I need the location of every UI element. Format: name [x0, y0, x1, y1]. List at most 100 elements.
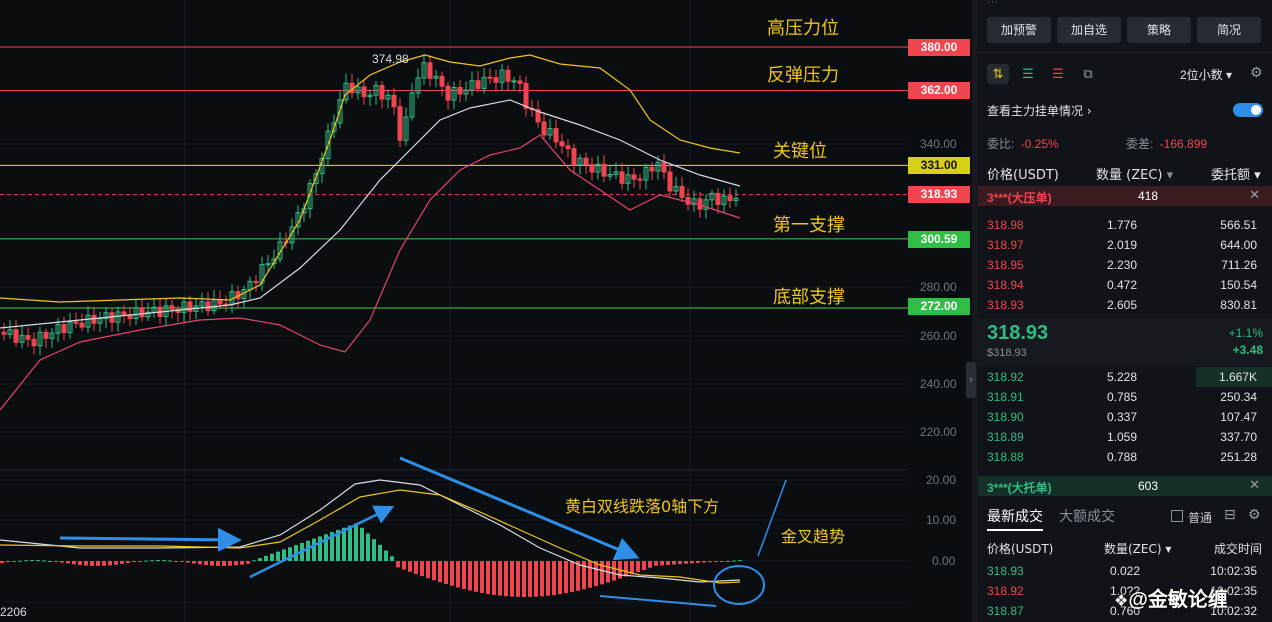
- price-tag-current: 318.93: [908, 186, 970, 203]
- depth-toggle-switch[interactable]: [1233, 103, 1263, 117]
- orderbook-row[interactable]: 318.93 2.605 830.81: [987, 295, 1263, 315]
- macd-bar: [378, 544, 382, 561]
- collapse-handle-icon[interactable]: ›: [966, 362, 976, 398]
- col-price-header: 价格(USDT): [987, 168, 1059, 183]
- orderbook-total: 150.54: [1220, 278, 1257, 292]
- macd-bar: [18, 560, 22, 562]
- candle-body: [631, 174, 637, 180]
- orderbook-row[interactable]: 318.98 1.776 566.51: [987, 215, 1263, 235]
- orderbook-row[interactable]: 318.95 2.230 711.26: [987, 255, 1263, 275]
- candle-body: [727, 195, 733, 202]
- candle-body: [553, 128, 559, 143]
- macd-bar: [546, 561, 550, 596]
- orderbook-row[interactable]: 318.92 5.228 1.667K: [987, 367, 1272, 387]
- axis-tick: 20.00: [926, 473, 957, 487]
- settings-gear-icon[interactable]: ⚙: [1248, 506, 1261, 523]
- macd-bar: [222, 561, 226, 566]
- orderbook-total: 1.667K: [1218, 370, 1257, 384]
- strategy-button[interactable]: 策略: [1127, 17, 1191, 43]
- candle-body: [583, 157, 589, 166]
- col-qty-header[interactable]: 数量 (ZEC) ▾: [1096, 164, 1173, 183]
- anno-rebound-resist: 反弹压力: [767, 65, 839, 86]
- close-icon[interactable]: ✕: [1249, 187, 1260, 203]
- tab-big-trades[interactable]: 大额成交: [1059, 506, 1115, 526]
- separator: [978, 52, 1272, 53]
- orderbook-row[interactable]: 318.91 0.785 250.34: [987, 387, 1263, 407]
- macd-bar: [564, 561, 568, 594]
- normal-label: 普通: [1188, 511, 1213, 525]
- candle-body: [187, 301, 193, 312]
- macd-bar: [234, 561, 238, 566]
- orderbook-total: 711.26: [1221, 258, 1257, 272]
- diff-value: -166.899: [1159, 137, 1208, 151]
- orderbook-row[interactable]: 318.97 2.019 644.00: [987, 235, 1263, 255]
- trade-price: 318.92: [987, 584, 1024, 598]
- col-qty-text: 数量 (ZEC): [1096, 168, 1163, 183]
- macd-bar: [78, 561, 82, 566]
- candle-body: [457, 87, 463, 95]
- big-bid-row[interactable]: 3***(大托单) 603 ✕: [978, 476, 1272, 496]
- trade-time: 10:02:35: [1210, 564, 1257, 578]
- normal-checkbox[interactable]: [1171, 510, 1183, 522]
- candle-body: [25, 335, 31, 340]
- candle-body: [601, 163, 607, 177]
- anno-macd-note: 黄白双线跌落0轴下方: [565, 497, 720, 516]
- price-tag-300: 300.59: [908, 231, 970, 248]
- layout-trades-icon[interactable]: ⧉: [1077, 64, 1099, 84]
- macd-bar: [612, 561, 616, 581]
- settings-gear-icon[interactable]: ⚙: [1250, 64, 1263, 81]
- macd-bar: [462, 561, 466, 590]
- layout-bids-icon[interactable]: ☰: [1017, 64, 1039, 84]
- add-watchlist-button[interactable]: 加自选: [1057, 17, 1121, 43]
- macd-bar: [558, 561, 562, 595]
- big-ask-row[interactable]: 3***(大压单) 418 ✕: [978, 186, 1272, 206]
- orderbook-row[interactable]: 318.89 1.059 337.70: [987, 427, 1263, 447]
- candle-body: [697, 198, 703, 210]
- watermark-logo-icon: ❖: [1114, 593, 1129, 610]
- macd-bar: [444, 561, 448, 585]
- peak-price-label: 374.98: [372, 52, 409, 66]
- macd-bar: [534, 561, 538, 597]
- macd-bar: [486, 561, 490, 595]
- add-alert-button[interactable]: 加预警: [987, 17, 1051, 43]
- orderbook-row[interactable]: 318.94 0.472 150.54: [987, 275, 1263, 295]
- ratio-value: -0.25%: [1020, 137, 1059, 151]
- macd-bar: [702, 561, 706, 563]
- candle-body: [559, 141, 565, 147]
- decimals-select[interactable]: 2位小数 ▾: [1180, 66, 1232, 83]
- trade-col-qty[interactable]: 数量(ZEC) ▾: [1104, 540, 1171, 557]
- macd-bar: [498, 561, 502, 596]
- arrow-flat: [59, 527, 242, 552]
- orderbook-row[interactable]: 318.90 0.337 107.47: [987, 407, 1263, 427]
- macd-bar: [0, 561, 4, 563]
- macd-bar: [666, 561, 670, 565]
- layout-both-icon[interactable]: ⇅: [987, 64, 1009, 84]
- candle-body: [79, 322, 85, 328]
- overview-button[interactable]: 简况: [1197, 17, 1261, 43]
- macd-bar: [84, 561, 88, 566]
- bollinger-mid: [0, 99, 741, 329]
- orderbook-price: 318.89: [987, 430, 1024, 444]
- candle-body: [685, 196, 691, 205]
- change-pct: +1.1%: [1228, 326, 1263, 340]
- macd-bar: [198, 561, 202, 565]
- candle-body: [565, 145, 571, 150]
- layout-asks-icon[interactable]: ☰: [1047, 64, 1069, 84]
- tab-latest-trades[interactable]: 最新成交: [987, 506, 1043, 526]
- candle-body: [427, 62, 433, 79]
- macd-bar: [522, 561, 526, 597]
- price-tag-272: 272.00: [908, 298, 970, 315]
- macd-bar: [594, 561, 598, 587]
- macd-bar: [570, 561, 574, 593]
- candlestick-chart-area[interactable]: 380.00 362.00 331.00 318.93 300.59 272.0…: [0, 0, 972, 622]
- depth-toggle-label[interactable]: 查看主力挂单情况 ›: [987, 102, 1092, 119]
- candle-body: [43, 331, 49, 339]
- orderbook-panel: ··· 加预警 加自选 策略 简况 ⇅ ☰ ☰ ⧉ 2位小数 ▾ ⚙ 查看主力挂…: [978, 0, 1272, 622]
- macd-bar: [120, 561, 124, 564]
- close-icon[interactable]: ✕: [1249, 477, 1260, 493]
- orderbook-qty: 2.230: [1106, 258, 1137, 272]
- orderbook-row[interactable]: 318.88 0.788 251.28: [987, 447, 1263, 467]
- filter-icon[interactable]: ⊟: [1224, 506, 1236, 523]
- col-total-header[interactable]: 委托额 ▾: [1211, 164, 1261, 183]
- orderbook-qty: 2.605: [1106, 298, 1137, 312]
